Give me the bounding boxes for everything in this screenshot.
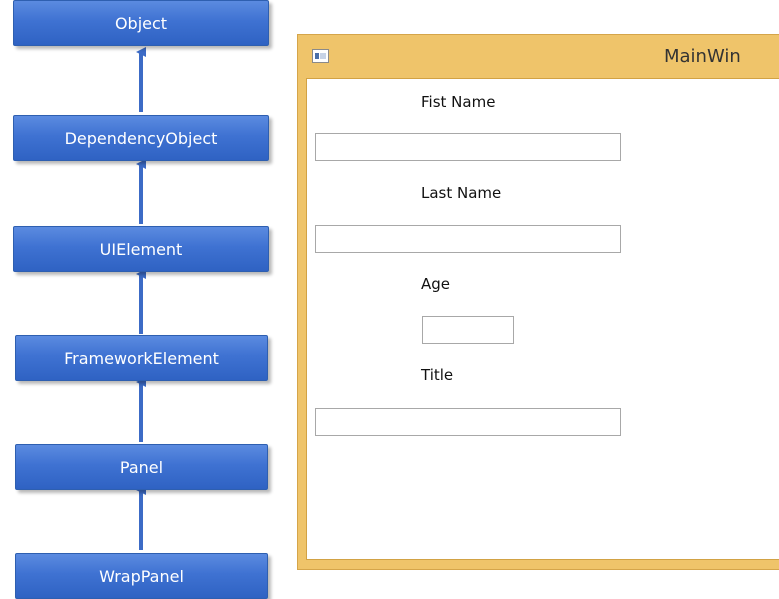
first-name-input[interactable]: [315, 133, 621, 161]
title-label: Title: [421, 366, 454, 384]
class-name: DependencyObject: [64, 128, 218, 148]
age-label: Age: [421, 275, 451, 293]
class-hierarchy-diagram: Object DependencyObject UIElement Framew…: [0, 0, 290, 599]
class-name: WrapPanel: [99, 566, 184, 586]
age-input[interactable]: [422, 316, 514, 344]
window-title: MainWin: [664, 46, 741, 67]
class-name: FrameworkElement: [64, 348, 219, 368]
class-box-object: Object: [13, 0, 269, 46]
first-name-label: Fist Name: [421, 93, 496, 111]
class-name: Object: [114, 13, 168, 33]
class-box-dependencyobject: DependencyObject: [13, 115, 269, 161]
last-name-label: Last Name: [421, 184, 502, 202]
class-box-wrappanel: WrapPanel: [15, 553, 268, 599]
main-window: MainWin Fist Name Last Name Age Title: [297, 34, 779, 570]
class-name: Panel: [119, 457, 164, 477]
class-name: UIElement: [99, 239, 183, 259]
last-name-input[interactable]: [315, 225, 621, 253]
inheritance-arrows: [136, 47, 146, 550]
window-client-area: Fist Name Last Name Age Title: [306, 78, 779, 560]
window-icon[interactable]: [312, 49, 329, 63]
class-box-uielement: UIElement: [13, 226, 269, 272]
class-box-frameworkelement: FrameworkElement: [15, 335, 268, 381]
title-input[interactable]: [315, 408, 621, 436]
window-titlebar[interactable]: MainWin: [298, 35, 779, 78]
class-box-panel: Panel: [15, 444, 268, 490]
